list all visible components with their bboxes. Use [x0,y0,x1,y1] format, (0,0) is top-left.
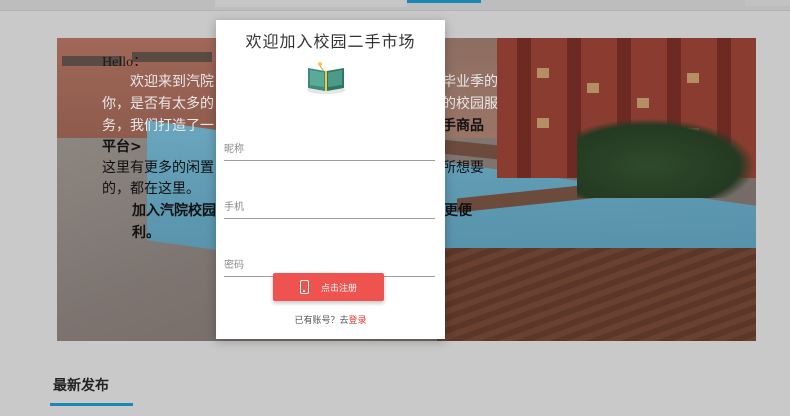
register-button[interactable]: 点击注册 [273,273,384,301]
register-modal: 欢迎加入校园二手市场 点击注册 已有账号？去登录 [216,20,445,339]
nickname-input[interactable] [224,133,435,160]
login-prompt: 已有账号？去登录 [294,316,367,326]
nav-right-item[interactable] [745,0,790,6]
book-icon [307,62,345,94]
latest-section-title: 最新发布 [53,378,109,394]
phone-field[interactable] [224,191,435,219]
top-nav-bar [0,0,790,11]
latest-title-underline [50,403,133,406]
phone-icon [299,280,309,294]
search-input[interactable] [215,0,407,7]
hero-deck [437,248,756,341]
modal-title: 欢迎加入校园二手市场 [245,32,416,51]
password-input[interactable] [224,249,435,276]
hero-trees [577,118,756,198]
search-button[interactable] [407,0,481,3]
login-link[interactable]: 登录 [349,316,367,326]
nickname-field[interactable] [224,133,435,161]
register-button-label: 点击注册 [320,283,357,294]
phone-input[interactable] [224,191,435,218]
